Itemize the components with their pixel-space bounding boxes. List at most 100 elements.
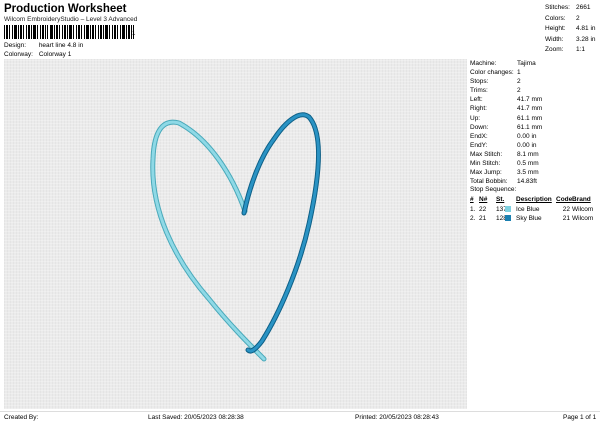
stat-stitches: Stitches: 2661 bbox=[545, 3, 600, 14]
header-number: N# bbox=[479, 196, 488, 203]
stat-label: Stitches: bbox=[545, 4, 570, 11]
stat-value: 2 bbox=[576, 14, 580, 22]
row-number: 21 bbox=[479, 215, 487, 222]
row-description: Ice Blue bbox=[516, 205, 540, 213]
stat-value: 41.7 mm bbox=[517, 105, 543, 113]
stat-label: Left: bbox=[470, 96, 483, 104]
barcode-number: 1 bbox=[132, 31, 136, 37]
stat-value: 2 bbox=[517, 78, 521, 86]
stat-height: Height: 4.81 in bbox=[545, 24, 600, 35]
stat-value: 0.00 in bbox=[517, 132, 537, 140]
stat-value: 0.00 in bbox=[517, 141, 537, 149]
software-subtitle: Wilcom EmbroideryStudio – Level 3 Advanc… bbox=[4, 16, 138, 23]
row-index: 2. bbox=[470, 215, 476, 222]
stat-label: Colors: bbox=[545, 14, 566, 22]
endy-row: EndY: 0.00 in bbox=[470, 141, 600, 150]
page-number: Page 1 of 1 bbox=[563, 414, 597, 421]
row-number: 22 bbox=[479, 205, 487, 213]
stat-value: 1 bbox=[517, 69, 521, 77]
stat-label: Right: bbox=[470, 105, 487, 113]
table-row: 2. 21 1282 Sky Blue 21 Wilcom bbox=[470, 214, 600, 224]
stat-value: 2661 bbox=[576, 4, 591, 11]
color-changes-row: Color changes: 1 bbox=[470, 68, 600, 77]
colorway-label: Colorway: bbox=[4, 51, 33, 58]
stat-label: Max Jump: bbox=[470, 169, 502, 177]
stat-value: 61.1 mm bbox=[517, 114, 543, 122]
color-swatch bbox=[505, 215, 511, 221]
stat-label: Up: bbox=[470, 114, 481, 122]
design-row: Design: heart line 4.8 in bbox=[4, 42, 83, 49]
stat-label: Stops: bbox=[470, 78, 489, 86]
header-stitches: St. bbox=[496, 196, 505, 203]
left-row: Left: 41.7 mm bbox=[470, 95, 600, 104]
stat-label: Min Stitch: bbox=[470, 160, 501, 168]
stat-label: Max Stitch: bbox=[470, 150, 503, 158]
stat-value: Tajima bbox=[517, 60, 536, 67]
color-swatch bbox=[505, 205, 511, 212]
last-saved: Last Saved: 20/05/2023 08:28:38 bbox=[148, 414, 244, 421]
barcode bbox=[4, 25, 134, 39]
stat-label: EndY: bbox=[470, 141, 488, 149]
row-code: 21 bbox=[562, 215, 570, 222]
endx-row: EndX: 0.00 in bbox=[470, 132, 600, 141]
machine-row: Machine: Tajima bbox=[470, 59, 600, 68]
stat-label: Total Bobbin: bbox=[470, 178, 508, 186]
stop-sequence-table: # N# St. Description Code Brand 1. 22 13… bbox=[470, 195, 600, 224]
header-index: # bbox=[470, 196, 474, 203]
down-row: Down: 61.1 mm bbox=[470, 123, 600, 132]
printed-date: Printed: 20/05/2023 08:28:43 bbox=[355, 414, 439, 421]
up-row: Up: 61.1 mm bbox=[470, 114, 600, 123]
stat-value: 0.5 mm bbox=[517, 160, 539, 168]
summary-stats: Stitches: 2661 Colors: 2 Height: 4.81 in Wi… bbox=[545, 3, 600, 56]
table-row: 1. 22 1377 Ice Blue 22 Wilcom bbox=[470, 205, 600, 215]
min-stitch-row: Min Stitch: 0.5 mm bbox=[470, 159, 600, 168]
stat-value: 4.81 in bbox=[576, 25, 596, 32]
stat-label: Color changes: bbox=[470, 69, 514, 77]
stat-width: Width: 3.28 in bbox=[545, 35, 600, 46]
stop-table-header: # N# St. Description Code Brand bbox=[470, 195, 600, 205]
row-brand: Wilcom bbox=[572, 215, 594, 222]
stat-label: Zoom: bbox=[545, 46, 564, 53]
max-stitch-row: Max Stitch: 8.1 mm bbox=[470, 150, 600, 159]
stat-label: Machine: bbox=[470, 60, 497, 67]
machine-stats: Machine: Tajima Color changes: 1 Stops: 2 T… bbox=[470, 59, 600, 186]
page-title: Production Worksheet bbox=[4, 3, 127, 15]
stat-value: 41.7 mm bbox=[517, 96, 543, 104]
header-code: Code bbox=[556, 196, 573, 203]
sky-blue-stitch bbox=[242, 113, 320, 353]
stat-colors: Colors: 2 bbox=[545, 14, 600, 25]
stat-value: 3.5 mm bbox=[517, 169, 539, 177]
design-preview-canvas bbox=[4, 59, 467, 409]
stat-label: EndX: bbox=[470, 132, 488, 140]
trims-row: Trims: 2 bbox=[470, 86, 600, 95]
stat-label: Height: bbox=[545, 25, 566, 32]
created-by: Created By: bbox=[4, 414, 39, 421]
stat-value: 61.1 mm bbox=[517, 123, 543, 131]
right-row: Right: 41.7 mm bbox=[470, 104, 600, 113]
stat-label: Down: bbox=[470, 123, 489, 131]
stat-value: 2 bbox=[517, 87, 521, 95]
max-jump-row: Max Jump: 3.5 mm bbox=[470, 168, 600, 177]
row-description: Sky Blue bbox=[516, 215, 542, 222]
heart-embroidery bbox=[150, 112, 321, 362]
header-description: Description bbox=[516, 196, 552, 203]
stat-value: 14.83ft bbox=[517, 178, 537, 186]
stat-value: 1:1 bbox=[576, 46, 586, 53]
stat-label: Width: bbox=[545, 35, 564, 43]
colorway-value: Colorway 1 bbox=[38, 51, 72, 58]
design-value: heart line 4.8 in bbox=[38, 42, 84, 49]
row-code: 22 bbox=[562, 205, 570, 213]
stop-sequence-title: Stop Sequence: bbox=[470, 186, 517, 193]
stat-value: 8.1 mm bbox=[517, 150, 539, 158]
page-footer: Created By: Last Saved: 20/05/2023 08:28… bbox=[0, 411, 600, 424]
total-bobbin-row: Total Bobbin: 14.83ft bbox=[470, 177, 600, 186]
stops-row: Stops: 2 bbox=[470, 77, 600, 86]
stat-zoom: Zoom: 1:1 bbox=[545, 45, 600, 56]
colorway-row: Colorway: Colorway 1 bbox=[4, 51, 71, 58]
row-brand: Wilcom bbox=[572, 205, 594, 213]
ice-blue-stitch bbox=[151, 120, 266, 361]
stat-value: 3.28 in bbox=[576, 35, 596, 43]
header-brand: Brand bbox=[572, 196, 591, 203]
design-label: Design: bbox=[4, 42, 27, 49]
row-index: 1. bbox=[470, 205, 476, 213]
